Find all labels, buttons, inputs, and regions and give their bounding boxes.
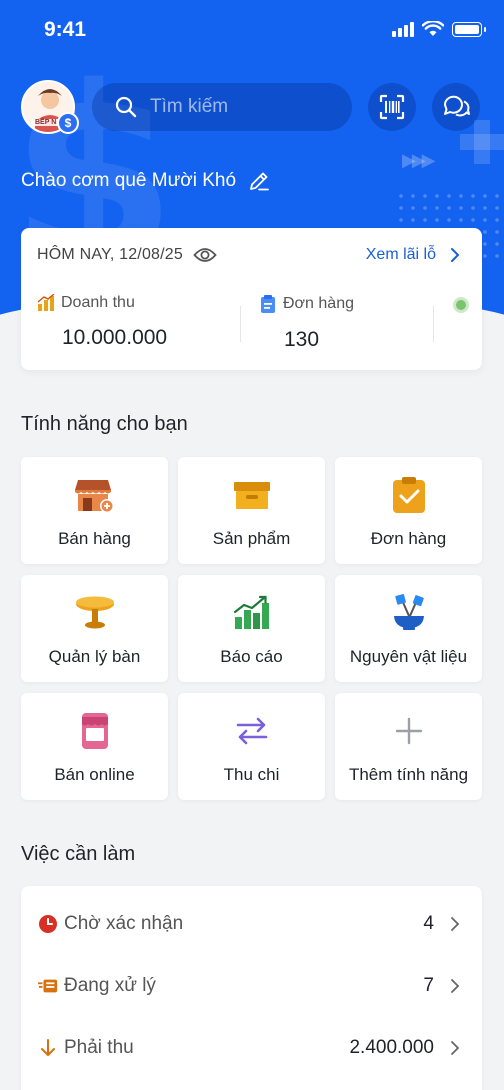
store-icon [74,480,114,513]
profit-loss-link[interactable]: Xem lãi lỗ [366,246,460,264]
clipboard-icon [261,295,275,313]
status-icons [392,21,486,37]
bar-chart-icon [37,294,55,311]
feature-add-more[interactable]: Thêm tính năng [335,693,482,800]
todo-processing[interactable]: Đang xử lý 7 [21,966,482,1006]
todo-title: Việc cần làm [21,843,136,865]
greeting-text: Chào cơm quê Mười Khó [21,170,237,191]
todo-pending-value: 4 [423,913,434,934]
feature-products-label: Sản phẩm [212,529,291,548]
feature-tables-label: Quản lý bàn [48,647,141,666]
feature-tables[interactable]: Quản lý bàn [21,575,168,682]
today-header: HÔM NAY, 12/08/25 [37,246,217,264]
edit-icon[interactable] [248,170,270,192]
metric-revenue[interactable]: Doanh thu 10.000.000 [37,294,167,350]
chat-button[interactable] [432,83,480,131]
feature-cash-flow[interactable]: Thu chi [178,693,325,800]
signal-icon [392,21,414,37]
search-placeholder: Tìm kiếm [150,96,229,117]
greeting: Chào cơm quê Mười Khó [21,170,270,192]
metric-orders[interactable]: Đơn hàng 130 [259,294,354,352]
barcode-scan-button[interactable] [368,83,416,131]
feature-ingredients[interactable]: Nguyên vật liệu [335,575,482,682]
search-icon [115,96,137,118]
processing-icon [38,976,58,996]
chevron-right-icon [451,1041,460,1055]
feature-sales-label: Bán hàng [58,529,131,548]
chevron-right-icon [451,917,460,931]
report-icon [233,595,269,629]
feature-orders[interactable]: Đơn hàng [335,457,482,564]
feature-online-sales-label: Bán online [54,765,135,784]
feature-ingredients-label: Nguyên vật liệu [349,647,468,666]
todo-processing-label: Đang xử lý [64,975,156,996]
feature-cash-flow-label: Thu chi [223,765,280,784]
status-bar: 9:41 [0,0,504,60]
header-decoration-arrows: ▶▶▶ [402,150,435,170]
metric-revenue-value: 10.000.000 [62,326,168,349]
feature-online-sales[interactable]: Bán online [21,693,168,800]
table-icon [75,596,114,629]
metric-revenue-label: Doanh thu [61,294,135,311]
metric-orders-label: Đơn hàng [283,295,354,312]
avatar[interactable]: BẾP N $ [21,80,79,134]
feature-add-more-label: Thêm tính năng [348,765,469,784]
box-icon [233,482,270,509]
online-store-icon [81,713,108,749]
todo-pending-label: Chờ xác nhận [64,913,184,934]
todo-receivable-value: 2.400.000 [349,1037,434,1058]
wifi-icon [422,21,444,36]
arrow-down-icon [38,1038,58,1058]
feature-products[interactable]: Sản phẩm [178,457,325,564]
feature-reports[interactable]: Báo cáo [178,575,325,682]
eye-icon[interactable] [193,246,217,264]
avatar-logo-text: BẾP N [35,119,57,126]
metric-orders-value: 130 [284,328,320,351]
today-summary-card: HÔM NAY, 12/08/25 Xem lãi lỗ Doanh thu 1… [21,228,482,370]
todo-receivable[interactable]: Phải thu 2.400.000 [21,1028,482,1068]
search-bar[interactable]: Tìm kiếm [92,83,352,131]
dollar-badge-icon: $ [57,112,79,134]
coin-icon [453,297,469,313]
feature-sales[interactable]: Bán hàng [21,457,168,564]
todo-card: Chờ xác nhận 4 Đang xử lý 7 Phải thu 2.4… [21,886,482,1090]
profit-loss-link-label: Xem lãi lỗ [365,246,436,263]
todo-receivable-label: Phải thu [64,1037,134,1058]
metric-divider [433,306,434,342]
metric-divider [240,306,241,342]
features-title: Tính năng cho bạn [21,413,188,435]
feature-orders-label: Đơn hàng [370,529,447,548]
clock-icon [38,914,58,934]
barcode-scan-icon [379,94,405,120]
transfer-icon [236,717,267,745]
chevron-right-icon [451,248,460,262]
battery-icon [452,21,486,37]
todo-processing-value: 7 [423,975,434,996]
todo-pending-confirmation[interactable]: Chờ xác nhận 4 [21,904,482,944]
order-icon [392,477,425,513]
chat-icon [443,95,470,117]
feature-reports-label: Báo cáo [220,647,283,666]
plus-icon [395,717,422,745]
status-time: 9:41 [44,18,87,41]
ingredients-icon [393,594,424,630]
chevron-right-icon [451,979,460,993]
today-title: HÔM NAY, 12/08/25 [37,246,183,263]
